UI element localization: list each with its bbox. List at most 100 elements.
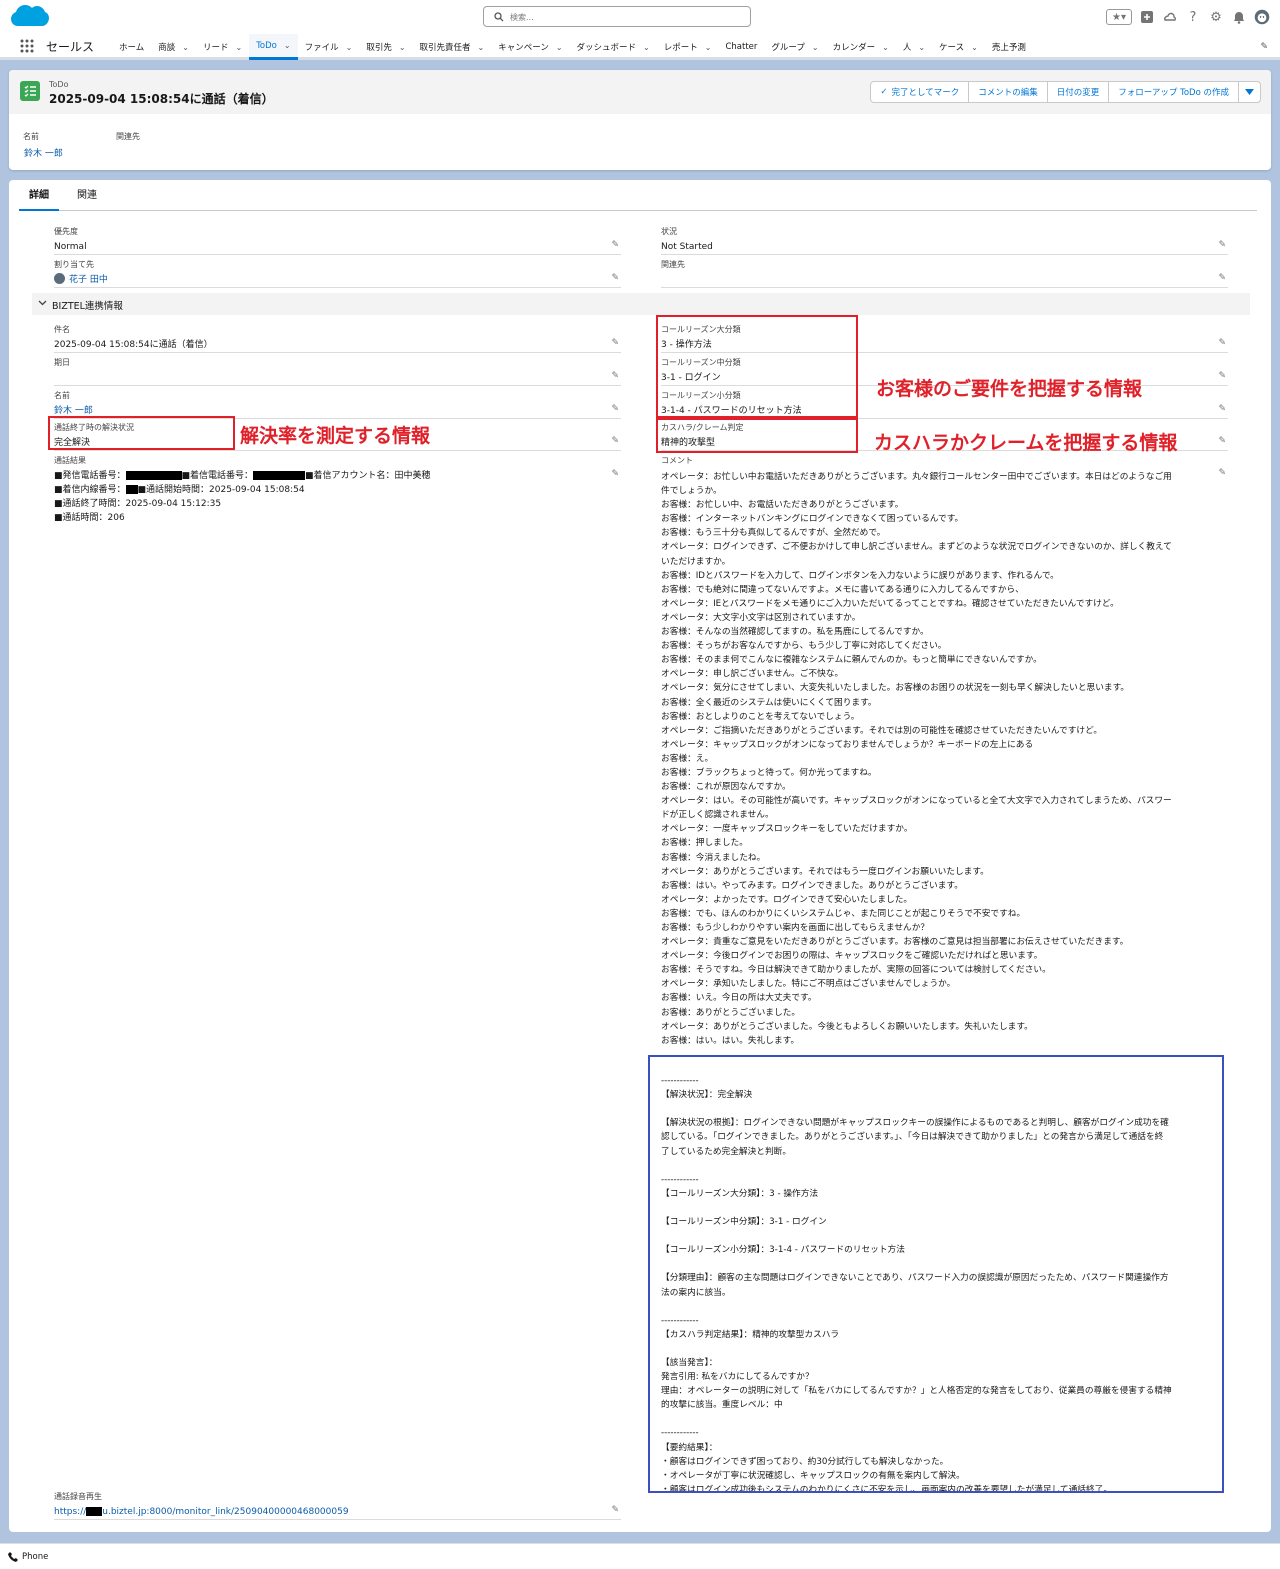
nav-item-4[interactable]: ファイル ⌄ xyxy=(298,34,360,60)
nav-item-2[interactable]: リード ⌄ xyxy=(196,34,249,60)
tab-detail[interactable]: 詳細 xyxy=(19,180,59,211)
comment-line: お客様：インターネットバンキングにログインできなくて困っているんです。 xyxy=(661,514,964,525)
nav-item-label: 取引先責任者 xyxy=(419,43,471,53)
annotation-harassment-text: カスハラかクレームを把握する情報 xyxy=(874,432,1178,454)
chevron-down-icon[interactable]: ⌄ xyxy=(399,43,406,52)
record-header: ToDo 2025-09-04 15:08:54に通話（着信） ✓ 完了としてマー… xyxy=(9,70,1271,170)
record-title: 2025-09-04 15:08:54に通話（着信） xyxy=(49,92,274,106)
comment-line: お客様：全く最近のシステムは使いにくくて困ります。 xyxy=(661,697,877,708)
global-create-icon[interactable] xyxy=(1139,9,1155,25)
nav-item-label: レポート xyxy=(663,43,698,53)
edit-pencil-icon[interactable]: ✎ xyxy=(611,240,619,250)
comment-line: オペレータ：ありがとうございます。それではもう一度ログインお願いいたします。 xyxy=(661,866,989,877)
chevron-down-icon[interactable]: ⌄ xyxy=(284,41,291,50)
field-subject: 件名 2025-09-04 15:08:54に通話（着信） ✎ xyxy=(54,324,621,353)
comment-line: お客様：そうですね。今日は解決できて助かりましたが、実際の回答については検討して… xyxy=(661,965,1051,976)
chevron-down-icon[interactable]: ⌄ xyxy=(182,43,189,52)
nav-item-15[interactable]: 売上予測 xyxy=(985,34,1033,60)
nav-item-label: ToDo xyxy=(256,40,277,51)
salesforce-logo-icon[interactable] xyxy=(10,4,50,30)
nav-item-9[interactable]: レポート ⌄ xyxy=(657,34,719,60)
phone-utility-label[interactable]: Phone xyxy=(22,1552,48,1562)
edit-pencil-icon[interactable]: ✎ xyxy=(611,273,619,283)
field-name: 名前 鈴木 一郎 ✎ xyxy=(54,390,621,419)
nav-item-12[interactable]: カレンダー ⌄ xyxy=(826,34,896,60)
setup-gear-icon[interactable]: ⚙ xyxy=(1208,9,1224,25)
edit-pencil-icon[interactable]: ✎ xyxy=(611,469,619,479)
favorites-star-icon[interactable]: ★▾ xyxy=(1106,9,1132,25)
nav-item-10[interactable]: Chatter xyxy=(718,34,764,60)
nav-item-label: ダッシュボード xyxy=(576,43,637,53)
more-actions-button[interactable] xyxy=(1238,81,1261,103)
result-line-1: ■発信電話番号： ■着信電話番号： ■着信アカウント名：田中美穂 xyxy=(54,469,599,483)
nav-item-label: ホーム xyxy=(119,43,145,53)
chevron-down-icon xyxy=(38,300,47,306)
app-launcher-waffle-icon[interactable] xyxy=(20,39,34,53)
global-search-input[interactable]: 検索... xyxy=(483,6,751,27)
chevron-down-icon xyxy=(1245,89,1254,95)
edit-pencil-icon[interactable]: ✎ xyxy=(1218,273,1226,283)
comment-line: オペレータ：よかったです。ログインできて安心いたしました。 xyxy=(661,894,913,905)
edit-pencil-icon[interactable]: ✎ xyxy=(611,338,619,348)
nav-item-label: 人 xyxy=(902,43,912,53)
comment-line: 件でしょうか。 xyxy=(661,486,722,497)
field-priority: 優先度 Normal ✎ xyxy=(54,226,621,255)
edit-pencil-icon[interactable]: ✎ xyxy=(1218,371,1226,381)
highlight-name-link[interactable]: 鈴木 一郎 xyxy=(24,146,63,159)
help-icon[interactable]: ? xyxy=(1185,9,1201,25)
edit-comment-button[interactable]: コメントの編集 xyxy=(968,81,1048,103)
comment-line: お客様：そのまま何でこんなに複雑なシステムに頼んでんのか。もっと簡単にできないん… xyxy=(661,655,1042,666)
edit-nav-pencil-icon[interactable]: ✎ xyxy=(1260,42,1268,52)
nav-item-8[interactable]: ダッシュボード ⌄ xyxy=(570,34,657,60)
nav-item-1[interactable]: 商談 ⌄ xyxy=(151,34,196,60)
section-title: BIZTEL連携情報 xyxy=(52,301,123,312)
assigned-user-link[interactable]: 花子 田中 xyxy=(69,275,108,285)
edit-pencil-icon[interactable]: ✎ xyxy=(611,404,619,414)
chevron-down-icon[interactable]: ⌄ xyxy=(643,43,650,52)
chevron-down-icon[interactable]: ⌄ xyxy=(556,43,563,52)
chevron-down-icon[interactable]: ⌄ xyxy=(478,43,485,52)
nav-item-label: キャンペーン xyxy=(498,43,549,53)
chevron-down-icon[interactable]: ⌄ xyxy=(705,43,712,52)
chevron-down-icon[interactable]: ⌄ xyxy=(812,43,819,52)
nav-item-13[interactable]: 人 ⌄ xyxy=(896,34,932,60)
notifications-bell-icon[interactable] xyxy=(1231,9,1247,25)
change-date-button[interactable]: 日付の変更 xyxy=(1046,81,1110,103)
create-followup-button[interactable]: フォローアップ ToDo の作成 xyxy=(1108,81,1239,103)
comment-line: お客様：でも、ほんのわかりにくいシステムじゃ、また同じことが起こりそうで不安です… xyxy=(661,908,1026,919)
comment-line: お客様：IDとパスワードを入力して、ログインボタンを入力ないように誤りがあります… xyxy=(661,570,1059,581)
edit-pencil-icon[interactable]: ✎ xyxy=(611,436,619,446)
edit-pencil-icon[interactable]: ✎ xyxy=(1218,240,1226,250)
nav-item-0[interactable]: ホーム xyxy=(112,34,151,60)
user-avatar-icon[interactable] xyxy=(1254,9,1270,25)
edit-pencil-icon[interactable]: ✎ xyxy=(1218,338,1226,348)
nav-item-11[interactable]: グループ ⌄ xyxy=(764,34,825,60)
mark-complete-button[interactable]: ✓ 完了としてマーク xyxy=(870,81,970,103)
nav-item-14[interactable]: ケース ⌄ xyxy=(932,34,985,60)
comment-line: オペレータ：ログインできず、ご不便おかけして申し訳ございません。まずどのような状… xyxy=(661,542,1172,553)
chevron-down-icon[interactable]: ⌄ xyxy=(971,43,978,52)
tab-related[interactable]: 関連 xyxy=(67,180,107,211)
edit-pencil-icon[interactable]: ✎ xyxy=(1218,436,1226,446)
section-biztel[interactable]: BIZTEL連携情報 xyxy=(32,293,1250,315)
field-call-result: 通話結果 ■発信電話番号： ■着信電話番号： ■着信アカウント名：田中美穂 ■着信内… xyxy=(54,455,621,525)
recording-link[interactable]: https:// u.biztel.jp:8000/monitor_link/25… xyxy=(54,1505,599,1519)
nav-item-7[interactable]: キャンペーン ⌄ xyxy=(491,34,569,60)
nav-item-6[interactable]: 取引先責任者 ⌄ xyxy=(413,34,492,60)
chevron-down-icon[interactable]: ⌄ xyxy=(346,43,353,52)
nav-item-3[interactable]: ToDo ⌄ xyxy=(249,34,298,60)
edit-pencil-icon[interactable]: ✎ xyxy=(611,371,619,381)
nav-item-5[interactable]: 取引先 ⌄ xyxy=(359,34,412,60)
nav-item-label: 取引先 xyxy=(366,43,392,53)
chevron-down-icon[interactable]: ⌄ xyxy=(918,43,925,52)
result-label: 通話結果 xyxy=(54,456,86,465)
account-name: ■着信アカウント名：田中美穂 xyxy=(305,471,431,481)
trailhead-icon[interactable] xyxy=(1162,9,1178,25)
caller-number-label: ■発信電話番号： xyxy=(54,471,126,481)
chevron-down-icon[interactable]: ⌄ xyxy=(882,43,889,52)
comment-line: お客様：もう少しわかりやすい案内を画面に出してもらえませんか？ xyxy=(661,923,930,933)
comment-line: お客様：そんなの当然確認してますの。私を馬鹿にしてるんですか。 xyxy=(661,627,929,638)
chevron-down-icon[interactable]: ⌄ xyxy=(235,43,242,52)
edit-pencil-icon[interactable]: ✎ xyxy=(611,1505,619,1515)
edit-pencil-icon[interactable]: ✎ xyxy=(1218,404,1226,414)
